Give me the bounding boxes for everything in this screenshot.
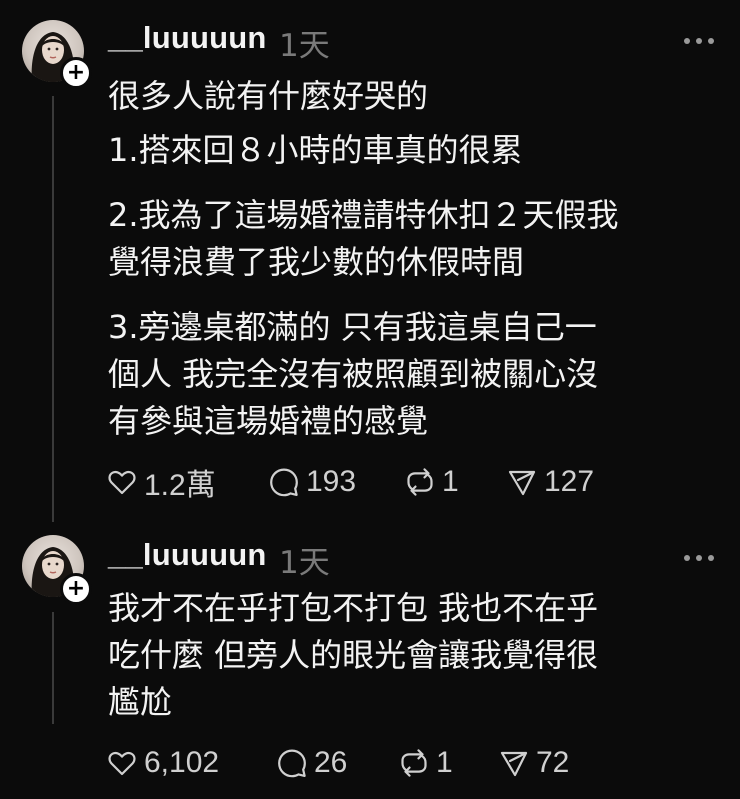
share-count: 127 (544, 465, 595, 498)
post-2: + __luuuuun 1天 我才不在乎打包不打包 我也不在乎 吃什麼 但旁人的… (0, 530, 740, 799)
like-count: 1.2萬 (144, 469, 216, 502)
follow-plus-icon[interactable]: + (60, 57, 92, 89)
send-paper-plane-icon (500, 751, 528, 777)
share-button[interactable]: 127 (506, 462, 594, 502)
thread-line (52, 612, 54, 724)
post-paragraph: 尷尬 (108, 683, 173, 721)
more-options-icon[interactable] (684, 38, 714, 46)
comment-bubble-icon (270, 468, 298, 497)
post-paragraph: 3.旁邊桌都滿的 只有我這桌自己一 (108, 308, 597, 346)
more-options-icon[interactable] (684, 555, 714, 563)
repost-arrows-icon (401, 749, 427, 777)
repost-count: 1 (442, 465, 459, 498)
follow-plus-icon[interactable]: + (60, 573, 92, 605)
post-paragraph: 我才不在乎打包不打包 我也不在乎 (108, 589, 599, 627)
post-paragraph: 1.搭來回８小時的車真的很累 (108, 131, 523, 169)
repost-count: 1 (436, 746, 453, 779)
post-paragraph: 吃什麼 但旁人的眼光會讓我覺得很 (108, 636, 599, 674)
send-paper-plane-icon (508, 470, 536, 496)
post-paragraph: 很多人說有什麼好哭的 (108, 77, 429, 115)
heart-icon (108, 751, 136, 776)
post-paragraph: 有參與這場婚禮的感覺 (108, 402, 429, 440)
comment-bubble-icon (278, 749, 306, 778)
like-button[interactable]: 1.2萬 (106, 462, 216, 502)
reply-count: 26 (314, 746, 348, 779)
thread-line (52, 96, 54, 522)
post-paragraph: 2.我為了這場婚禮請特休扣２天假我 (108, 196, 619, 234)
post-time: 1天 (279, 545, 330, 581)
like-button[interactable]: 6,102 (106, 743, 219, 783)
post-1: + __luuuuun 1天 很多人說有什麼好哭的 1.搭來回８小時的車真的很累… (0, 0, 740, 530)
post-time: 1天 (279, 28, 330, 64)
heart-icon (108, 470, 136, 495)
post-paragraph: 覺得浪費了我少數的休假時間 (108, 243, 525, 281)
reply-count: 193 (306, 465, 357, 498)
reply-button[interactable]: 26 (276, 743, 347, 783)
like-count: 6,102 (144, 746, 220, 779)
share-button[interactable]: 72 (498, 743, 569, 783)
repost-button[interactable]: 1 (404, 462, 459, 502)
share-count: 72 (536, 746, 570, 779)
repost-button[interactable]: 1 (398, 743, 453, 783)
username[interactable]: __luuuuun (108, 20, 267, 56)
reply-button[interactable]: 193 (268, 462, 356, 502)
post-paragraph: 個人 我完全沒有被照顧到被關心沒 (108, 355, 599, 393)
repost-arrows-icon (407, 468, 433, 496)
username[interactable]: __luuuuun (108, 537, 267, 573)
